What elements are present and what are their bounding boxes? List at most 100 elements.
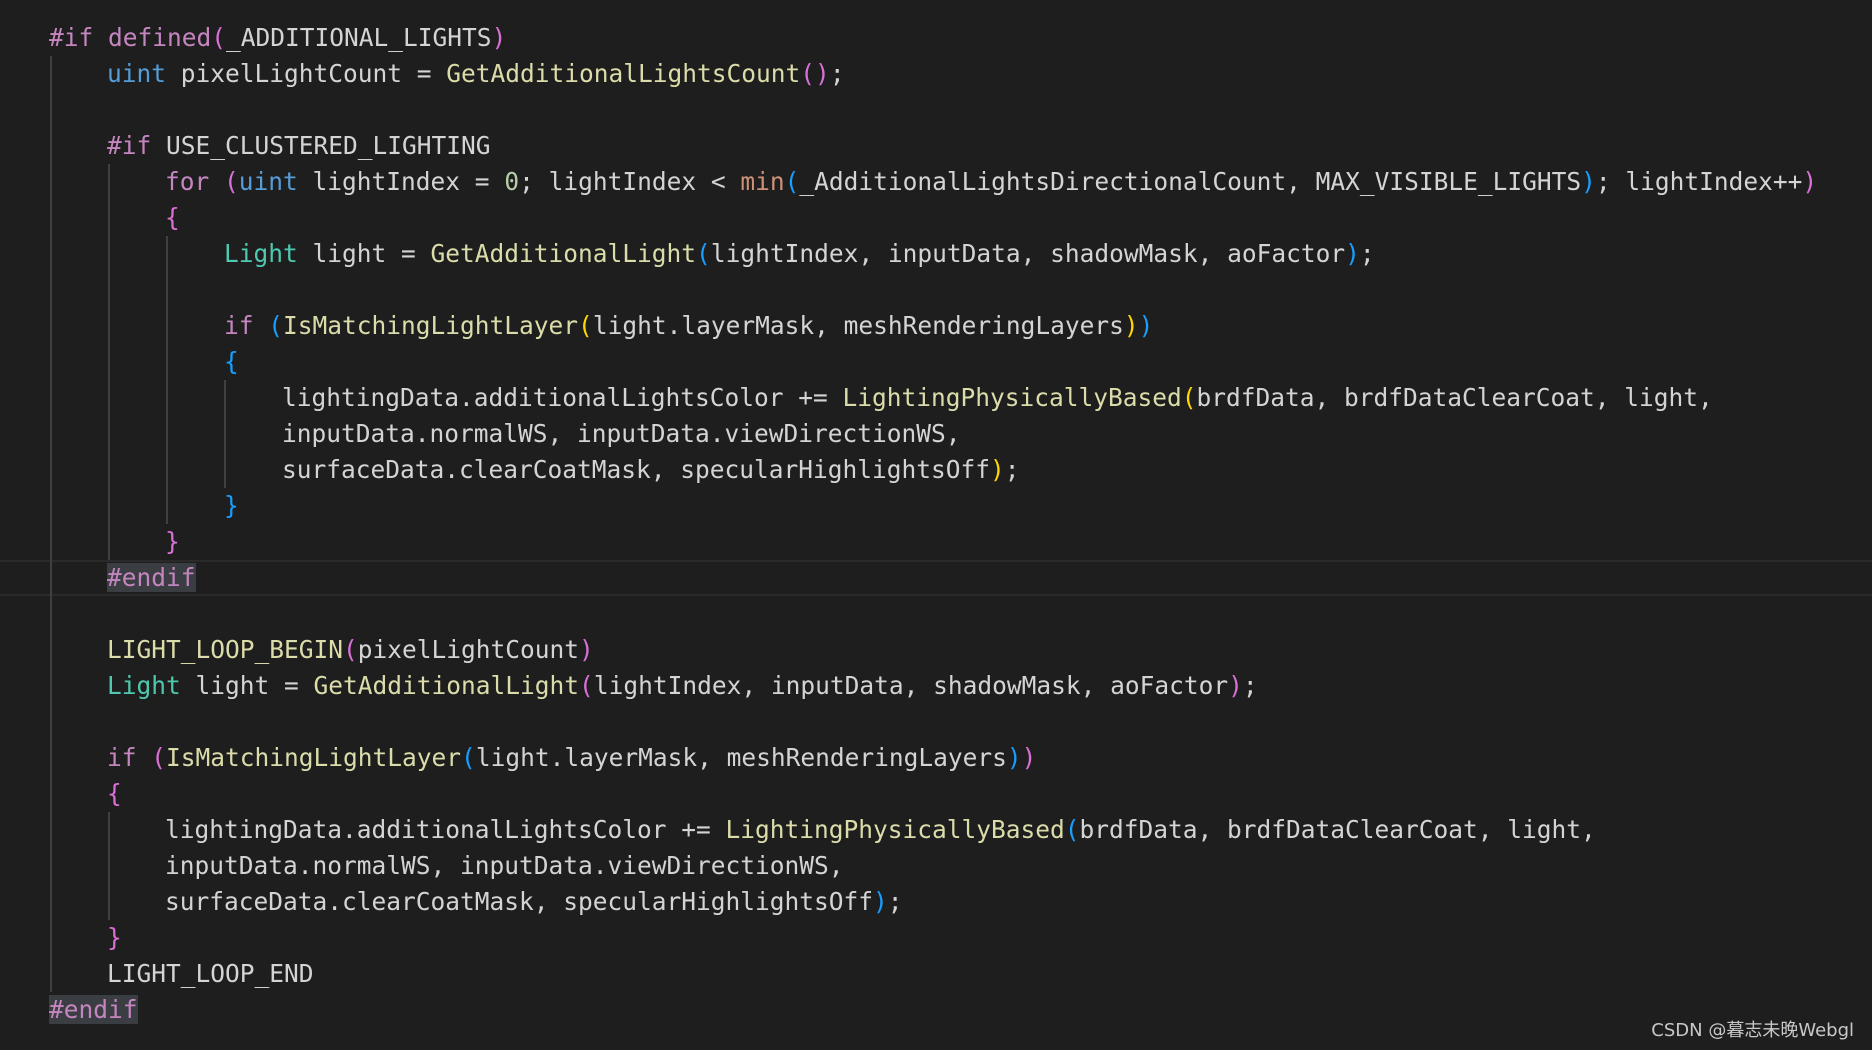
indent-guide	[224, 380, 226, 488]
code-text: {	[107, 776, 122, 812]
code-token: )	[1123, 311, 1139, 340]
code-token: lightIndex, inputData, shadowMask, aoFac…	[593, 671, 1229, 700]
code-token: ;	[887, 887, 903, 916]
code-token: ()	[800, 59, 830, 88]
code-token: light.layerMask, meshRenderingLayers	[592, 311, 1124, 340]
code-line[interactable]: }	[0, 524, 1872, 560]
code-token: ; lightIndex <	[519, 167, 741, 196]
code-token: LIGHT_LOOP_END	[107, 959, 314, 988]
code-token: surfaceData.clearCoatMask, specularHighl…	[165, 887, 874, 916]
code-token: brdfData, brdfDataClearCoat, light,	[1196, 383, 1713, 412]
code-token: 0	[504, 167, 520, 196]
code-token: (	[343, 635, 358, 664]
code-token: (	[579, 671, 594, 700]
code-line[interactable]: Light light = GetAdditionalLight(lightIn…	[0, 236, 1872, 272]
code-token: (	[151, 743, 167, 772]
code-token: (	[1181, 383, 1197, 412]
code-token: inputData.normalWS, inputData.viewDirect…	[165, 851, 844, 880]
code-text: {	[224, 344, 239, 380]
code-line[interactable]: inputData.normalWS, inputData.viewDirect…	[0, 416, 1872, 452]
code-token: #if	[107, 131, 167, 160]
code-token: LIGHT_LOOP_BEGIN	[107, 635, 344, 664]
code-token: )	[1138, 311, 1154, 340]
code-token: (	[1064, 815, 1080, 844]
code-text: }	[165, 524, 180, 560]
code-token: }	[224, 491, 239, 520]
code-token: )	[1021, 743, 1037, 772]
code-token: light =	[180, 671, 314, 700]
code-line[interactable]: inputData.normalWS, inputData.viewDirect…	[0, 848, 1872, 884]
code-text: Light light = GetAdditionalLight(lightIn…	[224, 236, 1375, 272]
code-token: light.layerMask, meshRenderingLayers	[475, 743, 1007, 772]
code-token: )	[1581, 167, 1596, 196]
code-token: pixelLightCount =	[166, 59, 447, 88]
code-line[interactable]	[0, 596, 1872, 632]
code-editor[interactable]: #if defined(_ADDITIONAL_LIGHTS) uint pixe…	[0, 20, 1872, 1028]
code-token: lightIndex =	[297, 167, 505, 196]
code-text: surfaceData.clearCoatMask, specularHighl…	[165, 884, 903, 920]
code-line[interactable]	[0, 704, 1872, 740]
indent-guide	[108, 812, 110, 920]
code-text: for (uint lightIndex = 0; lightIndex < m…	[165, 164, 1817, 200]
code-line[interactable]: lightingData.additionalLightsColor += Li…	[0, 812, 1872, 848]
code-token: )	[579, 635, 594, 664]
code-line[interactable]: #if defined(_ADDITIONAL_LIGHTS)	[0, 20, 1872, 56]
code-text: inputData.normalWS, inputData.viewDirect…	[165, 848, 844, 884]
code-line[interactable]: #if USE_CLUSTERED_LIGHTING	[0, 128, 1872, 164]
code-line[interactable]: LIGHT_LOOP_BEGIN(pixelLightCount)	[0, 632, 1872, 668]
code-line[interactable]: }	[0, 488, 1872, 524]
code-token: lightingData.additionalLightsColor +=	[282, 383, 843, 412]
code-token: lightingData.additionalLightsColor +=	[165, 815, 726, 844]
code-token: _ADDITIONAL_LIGHTS	[226, 23, 492, 52]
code-token: GetAdditionalLightsCount	[446, 59, 801, 88]
code-line[interactable]	[0, 272, 1872, 308]
code-line[interactable]: lightingData.additionalLightsColor += Li…	[0, 380, 1872, 416]
indent-guide	[50, 56, 52, 992]
code-line[interactable]: surfaceData.clearCoatMask, specularHighl…	[0, 452, 1872, 488]
code-token: #endif	[107, 563, 196, 592]
code-token: ;	[1359, 239, 1375, 268]
code-token: {	[107, 779, 122, 808]
code-text: {	[165, 200, 180, 236]
code-token: )	[1228, 671, 1243, 700]
code-token: )	[491, 23, 507, 52]
code-token: )	[1345, 239, 1360, 268]
code-text: #if USE_CLUSTERED_LIGHTING	[107, 128, 491, 164]
code-token: ;	[1242, 671, 1258, 700]
code-line[interactable]	[0, 92, 1872, 128]
code-line[interactable]: for (uint lightIndex = 0; lightIndex < m…	[0, 164, 1872, 200]
code-token: defined	[108, 23, 212, 52]
code-token: (	[696, 239, 711, 268]
code-line[interactable]: #endif	[0, 560, 1872, 596]
code-token: GetAdditionalLight	[430, 239, 697, 268]
code-text: #endif	[49, 992, 138, 1028]
code-line[interactable]: {	[0, 344, 1872, 380]
code-token: LightingPhysicallyBased	[842, 383, 1182, 412]
code-line[interactable]: }	[0, 920, 1872, 956]
code-line[interactable]: if (IsMatchingLightLayer(light.layerMask…	[0, 308, 1872, 344]
code-token: uint	[238, 167, 298, 196]
code-token: (	[461, 743, 476, 772]
code-line[interactable]: if (IsMatchingLightLayer(light.layerMask…	[0, 740, 1872, 776]
code-token: ;	[829, 59, 845, 88]
watermark-text: CSDN @暮志未晚Webgl	[1651, 1020, 1854, 1041]
code-line[interactable]: #endif	[0, 992, 1872, 1028]
code-token: ;	[1004, 455, 1020, 484]
code-text: if (IsMatchingLightLayer(light.layerMask…	[107, 740, 1036, 776]
code-token: )	[873, 887, 888, 916]
code-text: #if defined(_ADDITIONAL_LIGHTS)	[49, 20, 506, 56]
code-line[interactable]: surfaceData.clearCoatMask, specularHighl…	[0, 884, 1872, 920]
code-line[interactable]: LIGHT_LOOP_END	[0, 956, 1872, 992]
code-token: if	[224, 311, 269, 340]
code-token: #endif	[49, 995, 138, 1024]
code-line[interactable]: {	[0, 200, 1872, 236]
code-line[interactable]: uint pixelLightCount = GetAdditionalLigh…	[0, 56, 1872, 92]
code-line[interactable]: {	[0, 776, 1872, 812]
code-token: {	[224, 347, 239, 376]
code-line[interactable]: Light light = GetAdditionalLight(lightIn…	[0, 668, 1872, 704]
code-text: Light light = GetAdditionalLight(lightIn…	[107, 668, 1258, 704]
code-token: Light	[107, 671, 181, 700]
code-token: IsMatchingLightLayer	[283, 311, 579, 340]
code-text: surfaceData.clearCoatMask, specularHighl…	[282, 452, 1020, 488]
code-token: (	[211, 23, 227, 52]
